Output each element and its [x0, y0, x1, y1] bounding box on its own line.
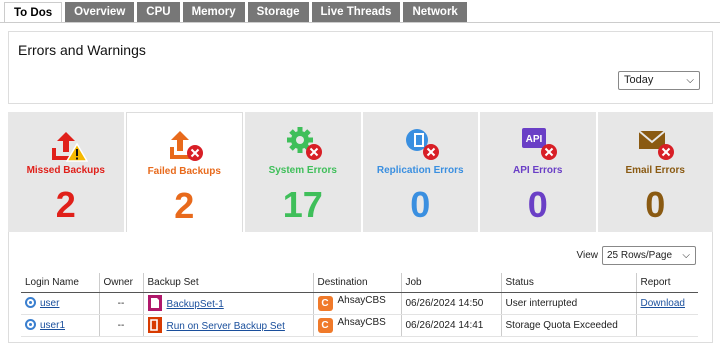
- cell-report: [635, 314, 698, 337]
- col-job[interactable]: Job: [400, 273, 501, 293]
- tab-network[interactable]: Network: [403, 2, 467, 22]
- card-count: 0: [410, 184, 431, 225]
- system-error-gear-icon: [286, 127, 322, 160]
- download-report-link[interactable]: Download: [641, 298, 685, 309]
- card-api-errors[interactable]: API API Errors 0: [480, 112, 596, 233]
- chevron-down-icon: ⌵: [686, 75, 694, 86]
- tab-cpu[interactable]: CPU: [137, 2, 180, 22]
- cell-job: 06/26/2024 14:41: [400, 314, 501, 337]
- tab-divider: [0, 22, 720, 23]
- tab-overview[interactable]: Overview: [65, 2, 135, 22]
- cell-owner: --: [98, 292, 143, 315]
- card-count: 0: [645, 184, 666, 225]
- col-login-name[interactable]: Login Name: [21, 273, 99, 293]
- errors-panel: Errors and Warnings Today ⌵: [8, 31, 713, 104]
- backup-table: Login Name Owner Backup Set Destination …: [21, 273, 698, 337]
- table-row: user1 -- Run on Server Backup Set C Ahsay…: [21, 314, 698, 337]
- card-label: Failed Backups: [147, 166, 221, 177]
- cell-job: 06/26/2024 14:50: [400, 292, 501, 315]
- tab-live-threads[interactable]: Live Threads: [311, 2, 401, 22]
- panel-title: Errors and Warnings: [18, 42, 146, 58]
- office-backup-set-icon: [147, 317, 162, 333]
- cell-login: user1: [21, 314, 99, 337]
- period-select[interactable]: Today ⌵: [618, 71, 700, 90]
- table-row: user -- BackupSet-1 C AhsayCBS 06/26/2024…: [21, 292, 698, 315]
- period-select-value: Today: [624, 74, 654, 86]
- view-label: View: [576, 250, 599, 261]
- cell-destination: C AhsayCBS: [312, 314, 401, 337]
- card-count: 2: [174, 185, 195, 226]
- cell-owner: --: [98, 314, 143, 337]
- card-label: Email Errors: [625, 165, 685, 176]
- tab-bar: To Dos Overview CPU Memory Storage Live …: [4, 2, 467, 23]
- card-email-errors[interactable]: Email Errors 0: [597, 112, 713, 233]
- api-error-icon: API: [521, 128, 557, 160]
- card-label: API Errors: [513, 165, 563, 176]
- card-count: 2: [55, 184, 76, 225]
- missed-backup-icon: [51, 132, 88, 162]
- col-owner[interactable]: Owner: [98, 273, 143, 293]
- cell-status: User interrupted: [500, 292, 636, 315]
- card-count: 0: [527, 184, 548, 225]
- backup-list-panel: View 25 Rows/Page ⌵ Login Name Owner Bac…: [8, 232, 713, 343]
- destination-text: AhsayCBS: [337, 295, 386, 306]
- summary-cards: Missed Backups 2 Failed Backups 2 System: [8, 112, 713, 234]
- login-link[interactable]: user1: [40, 320, 65, 331]
- ahsay-destination-icon: C: [317, 318, 333, 333]
- cell-backup-set: BackupSet-1: [142, 292, 313, 315]
- failed-backup-icon: [170, 131, 204, 161]
- cell-destination: C AhsayCBS: [312, 292, 401, 315]
- chevron-down-icon: ⌵: [682, 250, 690, 261]
- user-icon: [25, 319, 36, 330]
- file-backup-set-icon: [147, 295, 162, 311]
- backup-set-link[interactable]: BackupSet-1: [167, 299, 224, 310]
- destination-text: AhsayCBS: [337, 317, 386, 328]
- cell-report: Download: [635, 292, 698, 315]
- ahsay-destination-icon: C: [317, 296, 333, 311]
- card-replication-errors[interactable]: Replication Errors 0: [362, 112, 478, 233]
- col-backup-set[interactable]: Backup Set: [142, 273, 313, 293]
- card-count: 17: [282, 184, 323, 225]
- rows-per-page-select[interactable]: 25 Rows/Page ⌵: [602, 246, 696, 265]
- col-status[interactable]: Status: [500, 273, 636, 293]
- card-label: System Errors: [268, 165, 337, 176]
- email-error-icon: [638, 130, 675, 160]
- tab-memory[interactable]: Memory: [182, 2, 245, 22]
- view-control: View 25 Rows/Page ⌵: [576, 246, 696, 265]
- user-icon: [25, 297, 36, 308]
- card-failed-backups[interactable]: Failed Backups 2: [125, 112, 243, 234]
- col-report[interactable]: Report: [635, 273, 698, 293]
- card-label: Replication Errors: [376, 165, 464, 176]
- replication-error-icon: [406, 129, 440, 160]
- card-missed-backups[interactable]: Missed Backups 2: [8, 112, 124, 233]
- table-header-row: Login Name Owner Backup Set Destination …: [21, 273, 698, 293]
- rows-per-page-value: 25 Rows/Page: [607, 250, 673, 261]
- card-system-errors[interactable]: System Errors 17: [245, 112, 361, 233]
- card-label: Missed Backups: [26, 165, 105, 176]
- tab-to-dos[interactable]: To Dos: [4, 2, 63, 23]
- tab-storage[interactable]: Storage: [247, 2, 309, 22]
- col-destination[interactable]: Destination: [312, 273, 401, 293]
- login-link[interactable]: user: [40, 298, 59, 309]
- svg-text:API: API: [525, 134, 542, 145]
- cell-backup-set: Run on Server Backup Set: [142, 314, 313, 337]
- cell-login: user: [21, 292, 99, 315]
- cell-status: Storage Quota Exceeded: [500, 314, 636, 337]
- backup-set-link[interactable]: Run on Server Backup Set: [167, 321, 285, 332]
